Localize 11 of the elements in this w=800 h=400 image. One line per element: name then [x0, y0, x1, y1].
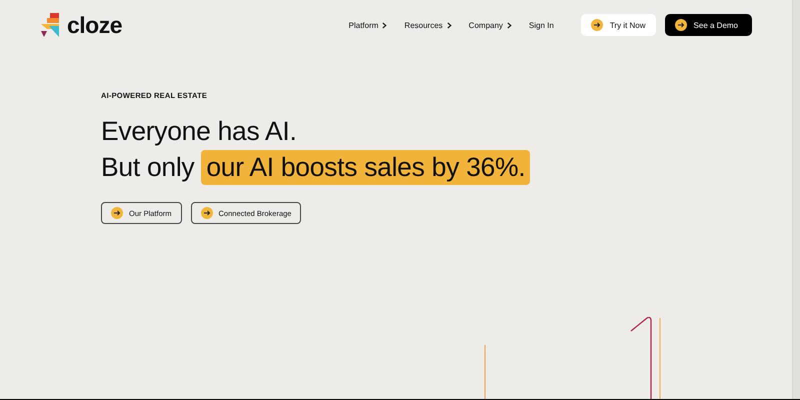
- highlighted-text: our AI boosts sales by 36%.: [201, 150, 530, 184]
- nav-link[interactable]: Company: [468, 20, 512, 30]
- nav-link[interactable]: Resources: [404, 20, 452, 30]
- logo-text[interactable]: cloze: [67, 12, 122, 38]
- demo-button[interactable]: See a Demo: [664, 14, 752, 36]
- nav-link[interactable]: Sign In: [528, 20, 554, 30]
- nav-link[interactable]: Platform: [348, 20, 388, 30]
- scrollbar[interactable]: [792, 0, 800, 399]
- headline-text: Everyone has AI.: [101, 116, 297, 146]
- headline-text: But only: [101, 152, 194, 182]
- try-button[interactable]: Try it Now: [580, 14, 656, 36]
